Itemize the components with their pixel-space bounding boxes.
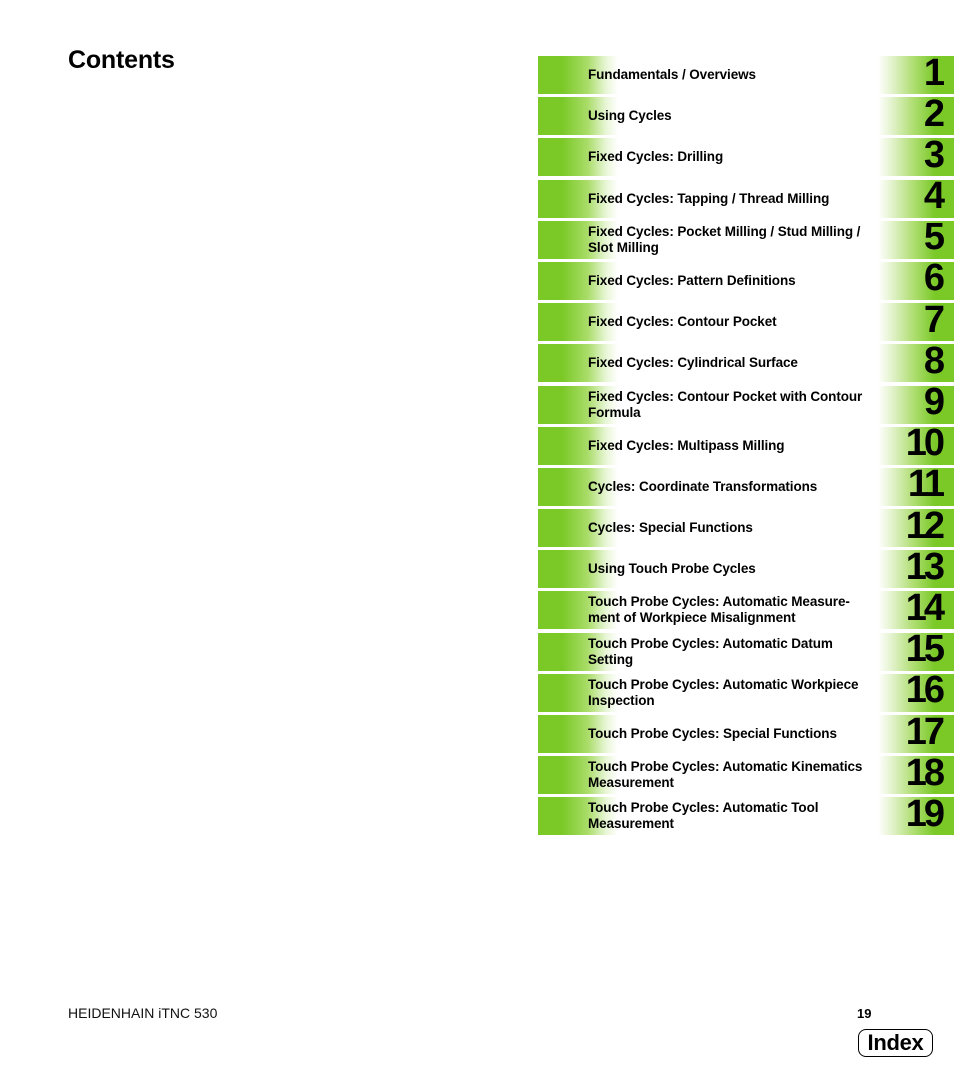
page-title: Contents — [68, 46, 175, 74]
chapter-number: 17 — [905, 710, 945, 753]
chapter-number: 1 — [923, 51, 945, 94]
chapter-number: 12 — [905, 504, 945, 547]
chapter-number: 6 — [923, 257, 945, 300]
chapter-number: 19 — [905, 792, 945, 835]
chapter-number: 8 — [923, 339, 945, 382]
green-band-right — [878, 344, 954, 383]
toc-item-label: Fixed Cycles: Pocket Milling / Stud Mill… — [588, 223, 861, 255]
toc-item-19[interactable]: Touch Probe Cycles: Automatic Tool Measu… — [538, 792, 954, 836]
toc-item-8[interactable]: Fixed Cycles: Cylindrical Surface 8 — [538, 339, 954, 383]
toc-item-label: Touch Probe Cycles: Automatic Kinematics… — [588, 759, 863, 791]
toc-item-9[interactable]: Fixed Cycles: Contour Pocket with Contou… — [538, 381, 954, 424]
chapter-number: 14 — [905, 586, 945, 629]
toc-item-5[interactable]: Fixed Cycles: Pocket Milling / Stud Mill… — [538, 216, 954, 259]
green-band-right — [878, 179, 954, 218]
toc-item-label: Touch Probe Cycles: Automatic Workpiece … — [588, 676, 859, 708]
toc-item-15[interactable]: Touch Probe Cycles: Automatic Datum Sett… — [538, 628, 954, 671]
toc-item-3[interactable]: Fixed Cycles: Drilling 3 — [538, 133, 954, 177]
toc-item-17[interactable]: Touch Probe Cycles: Special Functions 17 — [538, 710, 954, 753]
chapter-number: 9 — [923, 381, 945, 423]
chapter-number: 15 — [905, 628, 945, 671]
toc-item-18[interactable]: Touch Probe Cycles: Automatic Kinematics… — [538, 751, 954, 795]
green-band-right — [878, 138, 954, 177]
toc-item-16[interactable]: Touch Probe Cycles: Automatic Workpiece … — [538, 669, 954, 712]
chapter-number: 10 — [905, 422, 945, 465]
chapter-number: 11 — [907, 463, 945, 506]
footer-product-name: HEIDENHAIN iTNC 530 — [68, 1005, 218, 1021]
green-band-right — [878, 385, 954, 424]
toc-item-label: Fixed Cycles: Contour Pocket with Contou… — [588, 388, 863, 420]
toc-item-label: Fixed Cycles: Tapping / Thread Milling — [588, 190, 830, 206]
toc-item-label: Fixed Cycles: Contour Pocket — [588, 314, 777, 330]
toc-item-label: Fixed Cycles: Multipass Milling — [588, 437, 785, 453]
toc-item-label: Using Touch Probe Cycles — [588, 561, 756, 577]
toc-item-14[interactable]: Touch Probe Cycles: Automatic Measure-me… — [538, 586, 954, 630]
toc-item-label: Fixed Cycles: Pattern Definitions — [588, 272, 796, 288]
toc-item-label: Touch Probe Cycles: Automatic Tool Measu… — [588, 800, 819, 832]
toc-item-13[interactable]: Using Touch Probe Cycles 13 — [538, 545, 954, 589]
chapter-number: 3 — [923, 133, 945, 176]
chapter-number: 18 — [905, 751, 945, 794]
chapter-number: 7 — [923, 298, 945, 341]
toc-item-7[interactable]: Fixed Cycles: Contour Pocket 7 — [538, 298, 954, 342]
toc-item-4[interactable]: Fixed Cycles: Tapping / Thread Milling 4 — [538, 175, 954, 218]
table-of-contents: Fundamentals / Overviews 1 Using Cycles 2 … — [538, 51, 954, 839]
toc-item-1[interactable]: Fundamentals / Overviews 1 — [538, 51, 954, 94]
green-band-right — [878, 261, 954, 300]
toc-item-12[interactable]: Cycles: Special Functions 12 — [538, 504, 954, 548]
toc-item-label: Touch Probe Cycles: Automatic Datum Sett… — [588, 635, 833, 667]
green-band-right — [878, 220, 954, 259]
toc-item-label: Using Cycles — [588, 108, 672, 124]
chapter-number: 2 — [923, 92, 945, 135]
page-number: 19 — [857, 1006, 872, 1021]
chapter-number: 5 — [923, 216, 945, 259]
toc-item-11[interactable]: Cycles: Coordinate Transformations 11 — [538, 463, 954, 506]
toc-item-2[interactable]: Using Cycles 2 — [538, 92, 954, 136]
chapter-number: 13 — [905, 545, 945, 588]
toc-item-label: Cycles: Coordinate Transformations — [588, 478, 818, 494]
toc-item-label: Touch Probe Cycles: Automatic Measure-me… — [588, 594, 850, 626]
toc-item-6[interactable]: Fixed Cycles: Pattern Definitions 6 — [538, 257, 954, 300]
toc-item-10[interactable]: Fixed Cycles: Multipass Milling 10 — [538, 422, 954, 465]
green-band-right — [878, 56, 954, 94]
toc-item-label: Fixed Cycles: Drilling — [588, 149, 724, 165]
chapter-number: 16 — [905, 669, 945, 712]
toc-item-label: Touch Probe Cycles: Special Functions — [588, 726, 837, 741]
toc-item-label: Fundamentals / Overviews — [588, 67, 756, 82]
green-band-right — [878, 97, 954, 136]
chapter-number: 4 — [923, 175, 945, 218]
green-band-right — [878, 303, 954, 342]
toc-item-label: Cycles: Special Functions — [588, 520, 753, 536]
index-button[interactable]: Index — [858, 1029, 933, 1057]
toc-item-label: Fixed Cycles: Cylindrical Surface — [588, 355, 798, 371]
